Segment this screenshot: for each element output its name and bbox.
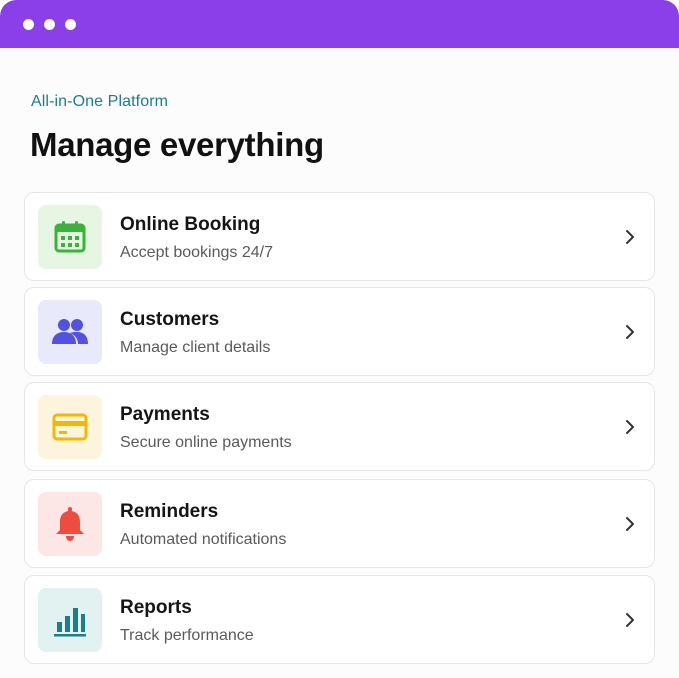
feature-card-customers[interactable]: Customers Manage client details — [24, 287, 655, 376]
app-window: All-in-One Platform Manage everything On… — [0, 0, 679, 678]
window-titlebar — [0, 0, 679, 48]
users-icon — [52, 319, 88, 344]
chevron-right-icon — [626, 613, 634, 627]
card-title: Payments — [120, 404, 210, 425]
eyebrow-label: All-in-One Platform — [31, 93, 169, 110]
chevron-right-icon — [626, 325, 634, 339]
page-title: Manage everything — [30, 126, 324, 163]
bar-chart-icon — [54, 608, 86, 637]
icon-tile — [38, 300, 102, 364]
card-title: Reports — [120, 597, 192, 618]
window-dot — [23, 19, 34, 30]
card-subtitle: Accept bookings 24/7 — [120, 244, 273, 261]
window-dot — [44, 19, 55, 30]
credit-card-icon — [52, 413, 88, 441]
card-title: Reminders — [120, 501, 219, 522]
card-title: Customers — [120, 309, 220, 330]
icon-tile — [38, 395, 102, 459]
chevron-right-icon — [626, 517, 634, 531]
calendar-icon — [54, 221, 86, 253]
feature-card-reminders[interactable]: Reminders Automated notifications — [24, 479, 655, 568]
chevron-right-icon — [626, 420, 634, 434]
chevron-right-icon — [626, 230, 634, 244]
feature-card-online-booking[interactable]: Online Booking Accept bookings 24/7 — [24, 192, 655, 281]
window-dot — [65, 19, 76, 30]
card-subtitle: Secure online payments — [120, 434, 292, 451]
card-title: Online Booking — [120, 214, 261, 235]
feature-card-payments[interactable]: Payments Secure online payments — [24, 382, 655, 471]
card-subtitle: Automated notifications — [120, 531, 287, 548]
card-subtitle: Manage client details — [120, 339, 271, 356]
feature-card-reports[interactable]: Reports Track performance — [24, 575, 655, 664]
icon-tile — [38, 205, 102, 269]
card-subtitle: Track performance — [120, 627, 254, 644]
icon-tile — [38, 588, 102, 652]
icon-tile — [38, 492, 102, 556]
bell-icon — [56, 507, 84, 541]
